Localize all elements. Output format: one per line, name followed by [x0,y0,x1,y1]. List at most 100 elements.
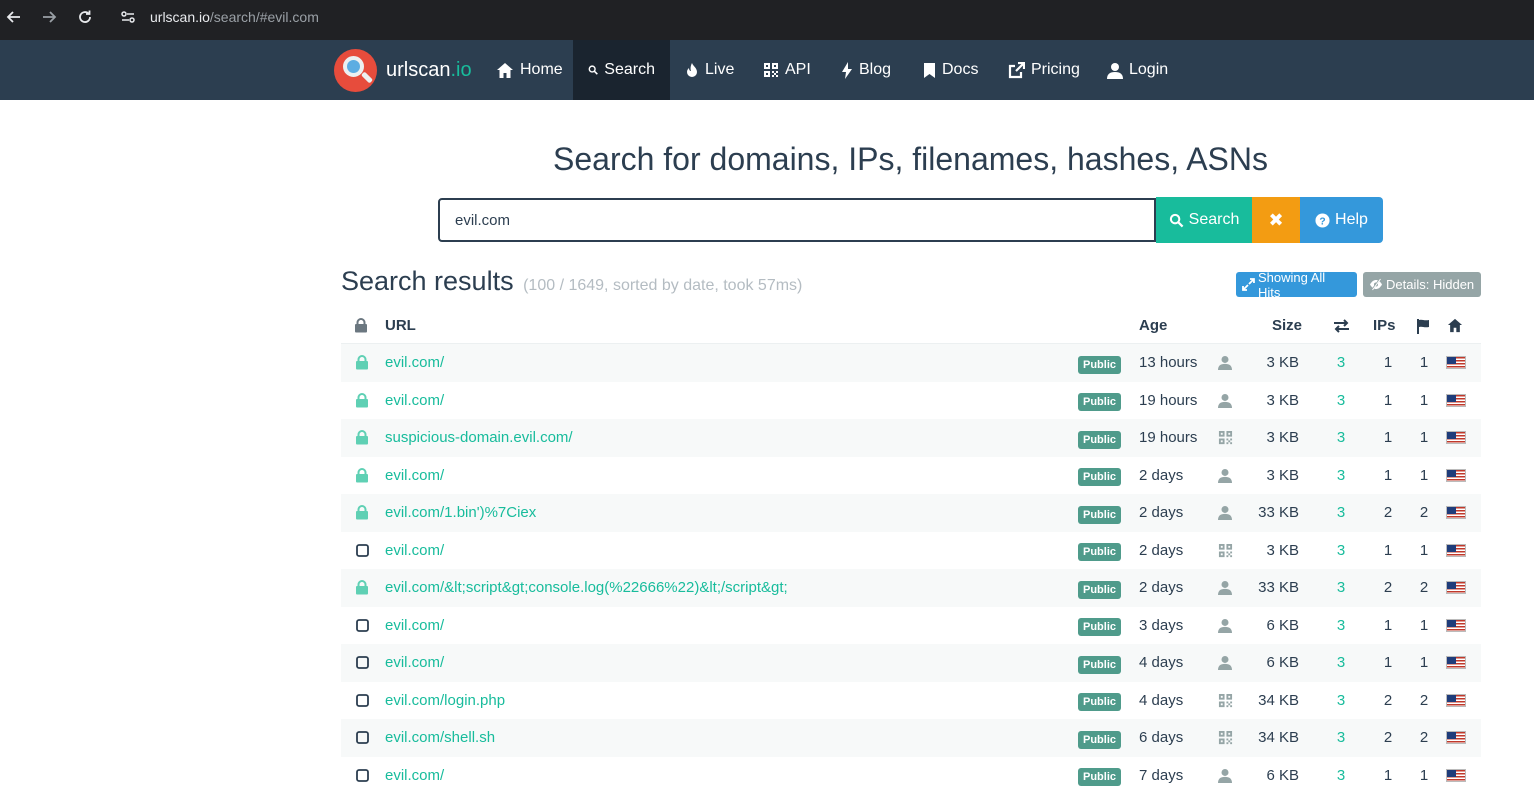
public-badge: Public [1078,655,1122,674]
result-size: 34 KB [1258,691,1299,709]
result-url-link[interactable]: evil.com/ [385,607,444,645]
nav-search[interactable]: Search [573,40,670,100]
us-flag-icon [1446,457,1466,495]
result-requests[interactable]: 3 [1331,757,1351,795]
table-row[interactable]: evil.com/Public 3 days 6 KB 3 1 1 [341,607,1481,645]
result-requests[interactable]: 3 [1331,532,1351,570]
result-size: 3 KB [1266,391,1299,409]
table-row[interactable]: evil.com/shell.sh Public 6 days 34 KB 3 2 2 [341,719,1481,757]
result-size: 3 KB [1266,541,1299,559]
table-row[interactable]: evil.com/1.bin')%7Ciex Public 2 days 33 KB 3… [341,494,1481,532]
result-url-link[interactable]: evil.com/ [385,757,444,795]
nav-blog[interactable]: Blog [826,40,906,100]
question-circle-icon: ? [1315,212,1330,228]
public-badge: Public [1078,768,1122,787]
public-badge: Public [1078,393,1122,412]
result-requests[interactable]: 3 [1331,382,1351,420]
help-button[interactable]: ? Help [1300,197,1383,243]
home-column-icon [1447,307,1463,344]
table-row[interactable]: evil.com/Public 2 days 3 KB 3 1 1 [341,532,1481,570]
table-row[interactable]: evil.com/Public 2 days 3 KB 3 1 1 [341,457,1481,495]
result-ips: 1 [1383,429,1393,447]
checkbox-icon [354,532,370,570]
result-requests[interactable]: 3 [1331,719,1351,757]
reload-icon[interactable] [74,6,96,28]
nav-pricing[interactable]: Pricing [993,40,1095,100]
result-requests[interactable]: 3 [1331,607,1351,645]
search-button[interactable]: Search [1156,197,1252,243]
back-arrow-icon[interactable] [3,6,25,28]
result-age: 19 hours [1139,429,1198,447]
result-requests[interactable]: 3 [1331,494,1351,532]
public-badge: Public [1078,505,1122,524]
result-url-link[interactable]: evil.com/ [385,457,444,495]
nav-live[interactable]: Live [670,40,749,100]
result-url-link[interactable]: suspicious-domain.evil.com/ [385,419,573,457]
result-requests[interactable]: 3 [1331,344,1351,382]
brand-link[interactable]: urlscan.io [334,48,472,92]
result-age: 19 hours [1139,391,1198,409]
url-column-header[interactable]: URL [385,307,416,344]
public-badge: Public [1078,468,1122,487]
checkbox-icon [354,757,370,795]
nav-docs[interactable]: Docs [908,40,993,100]
showing-all-hits-button[interactable]: Showing All Hits [1236,270,1357,300]
age-column-header[interactable]: Age [1139,307,1167,344]
nav-api[interactable]: API [748,40,826,100]
result-url-link[interactable]: evil.com/ [385,644,444,682]
table-row[interactable]: evil.com/Public 7 days 6 KB 3 1 1 [341,757,1481,795]
forward-arrow-icon[interactable] [38,6,60,28]
table-row[interactable]: evil.com/Public 19 hours 3 KB 3 1 1 [341,382,1481,420]
result-requests[interactable]: 3 [1331,419,1351,457]
result-url-link[interactable]: evil.com/login.php [385,682,505,720]
clear-button[interactable]: ✖ [1252,197,1300,243]
result-requests[interactable]: 3 [1331,682,1351,720]
result-size: 6 KB [1266,616,1299,634]
result-age: 6 days [1139,729,1184,747]
public-badge: Public [1078,580,1122,599]
table-row[interactable]: evil.com/&lt;script&gt;console.log(%2266… [341,569,1481,607]
result-url-link[interactable]: evil.com/ [385,532,444,570]
table-row[interactable]: evil.com/login.php Public 4 days 34 KB 3 2 2 [341,682,1481,720]
result-requests[interactable]: 3 [1331,569,1351,607]
us-flag-icon [1446,419,1466,457]
nav-home[interactable]: Home [481,40,578,100]
search-input[interactable] [438,198,1156,242]
visibility-badge-cell: Public [1078,682,1122,720]
result-ips: 2 [1383,691,1393,709]
user-icon [1217,344,1233,382]
user-icon [1217,607,1233,645]
result-requests[interactable]: 3 [1331,644,1351,682]
table-row[interactable]: evil.com/Public 4 days 6 KB 3 1 1 [341,644,1481,682]
ips-column-header[interactable]: IPs [1373,307,1396,344]
us-flag-icon [1446,757,1466,795]
result-url-link[interactable]: evil.com/&lt;script&gt;console.log(%2266… [385,569,788,607]
result-countries: 1 [1419,354,1429,372]
user-icon [1217,644,1233,682]
public-badge: Public [1078,618,1122,637]
result-ips: 1 [1383,391,1393,409]
site-info-icon[interactable] [120,9,136,25]
us-flag-icon [1446,644,1466,682]
result-url-link[interactable]: evil.com/ [385,382,444,420]
result-url-link[interactable]: evil.com/shell.sh [385,719,495,757]
address-bar[interactable]: urlscan.io/search/#evil.com [110,2,1510,32]
table-row[interactable]: evil.com/Public 13 hours 3 KB 3 1 1 [341,344,1481,382]
visibility-badge-cell: Public [1078,344,1122,382]
result-countries: 1 [1419,616,1429,634]
external-link-icon [1008,61,1025,78]
result-countries: 1 [1419,391,1429,409]
result-size: 34 KB [1258,729,1299,747]
lock-column-icon [354,307,368,344]
details-toggle-button[interactable]: Details: Hidden [1363,272,1481,297]
table-row[interactable]: suspicious-domain.evil.com/Public 19 hour… [341,419,1481,457]
result-age: 2 days [1139,504,1184,522]
public-badge: Public [1078,430,1122,449]
result-requests[interactable]: 3 [1331,457,1351,495]
size-column-header[interactable]: Size [1272,307,1302,344]
table-header: URL Age Size IPs [341,307,1481,344]
result-url-link[interactable]: evil.com/ [385,344,444,382]
nav-login[interactable]: Login [1092,40,1183,100]
result-url-link[interactable]: evil.com/1.bin')%7Ciex [385,494,536,532]
result-ips: 1 [1383,466,1393,484]
